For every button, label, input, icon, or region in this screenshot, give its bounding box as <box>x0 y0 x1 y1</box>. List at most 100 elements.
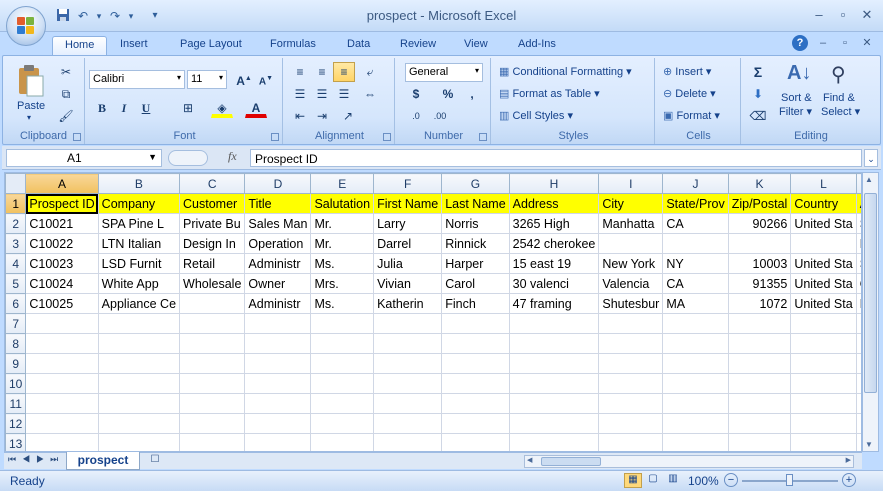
cell-d1[interactable]: Title <box>244 193 312 214</box>
insert-sheet-icon[interactable]: ☐ <box>146 454 164 468</box>
vertical-scroll-thumb[interactable] <box>864 193 877 393</box>
horizontal-scrollbar[interactable]: ◀ ▶ <box>524 455 854 468</box>
cell-c5[interactable]: Wholesale <box>179 273 246 294</box>
row-header-4[interactable]: 4 <box>5 253 27 274</box>
cell-i9[interactable] <box>598 353 664 374</box>
cell-b3[interactable]: LTN Italian <box>97 233 181 254</box>
cell-f4[interactable]: Julia <box>373 253 443 274</box>
zoom-in-icon[interactable]: + <box>842 473 856 487</box>
restore-button[interactable]: ▫ <box>832 6 854 24</box>
align-left-icon[interactable]: ☰ <box>289 84 311 104</box>
cell-d4[interactable]: Administr <box>244 253 312 274</box>
conditional-formatting-button[interactable]: ▦ Conditional Formatting ▾ <box>499 65 632 78</box>
orientation-icon[interactable]: ↗ <box>337 106 359 126</box>
cell-f1[interactable]: First Name <box>373 193 443 214</box>
cell-d5[interactable]: Owner <box>244 273 312 294</box>
cell-g7[interactable] <box>441 313 510 334</box>
clipboard-launcher-icon[interactable] <box>73 133 81 141</box>
cell-g9[interactable] <box>441 353 510 374</box>
worksheet-grid[interactable]: ABCDEFGHIJKLM1Prospect IDCompanyCustomer… <box>4 172 862 452</box>
cell-e10[interactable] <box>310 373 375 394</box>
grow-font-icon[interactable]: A▲ <box>233 69 255 89</box>
cell-l8[interactable] <box>790 333 857 354</box>
tab-data[interactable]: Data <box>335 36 382 55</box>
cell-k6[interactable]: 1072 <box>727 293 792 314</box>
cut-icon[interactable]: ✂ <box>55 62 77 82</box>
cell-c13[interactable] <box>179 433 246 451</box>
cell-c12[interactable] <box>179 413 246 434</box>
cell-d2[interactable]: Sales Man <box>244 213 312 234</box>
paste-button[interactable]: Paste ▾ <box>13 64 47 122</box>
cell-k1[interactable]: Zip/Postal <box>727 193 792 214</box>
copy-icon[interactable]: ⧉ <box>55 84 77 104</box>
cell-j4[interactable]: NY <box>662 253 729 274</box>
workbook-restore-button[interactable]: ▫ <box>834 34 856 52</box>
sort-filter-button[interactable]: A↓ Sort & Filter ▾ <box>779 62 817 120</box>
cell-d6[interactable]: Administr <box>244 293 312 314</box>
formula-bar-splitter[interactable] <box>168 150 208 166</box>
cell-j6[interactable]: MA <box>662 293 729 314</box>
insert-function-icon[interactable]: fx <box>228 149 237 164</box>
cell-k8[interactable] <box>727 333 792 354</box>
cell-j2[interactable]: CA <box>662 213 729 234</box>
cell-e2[interactable]: Mr. <box>310 213 375 234</box>
cell-e5[interactable]: Mrs. <box>310 273 375 294</box>
cell-k5[interactable]: 91355 <box>727 273 792 294</box>
name-box[interactable]: A1 ▼ <box>6 149 162 167</box>
tab-view[interactable]: View <box>452 36 500 55</box>
row-header-9[interactable]: 9 <box>5 353 27 374</box>
column-header-h[interactable]: H <box>508 173 600 194</box>
merge-center-icon[interactable]: ⇔ <box>359 84 381 104</box>
cell-c2[interactable]: Private Bu <box>179 213 246 234</box>
cell-b8[interactable] <box>97 333 181 354</box>
font-name-combo[interactable]: Calibri ▾ <box>89 70 185 89</box>
tab-home[interactable]: Home <box>52 36 108 55</box>
cell-f13[interactable] <box>373 433 443 451</box>
cell-e9[interactable] <box>310 353 375 374</box>
row-header-12[interactable]: 12 <box>5 413 27 434</box>
page-break-view-icon[interactable]: ▥ <box>664 473 682 488</box>
row-header-10[interactable]: 10 <box>5 373 27 394</box>
cell-f3[interactable]: Darrel <box>373 233 443 254</box>
cell-a11[interactable] <box>25 393 99 414</box>
alignment-launcher-icon[interactable] <box>383 133 391 141</box>
insert-cells-button[interactable]: ⊕ Insert ▾ <box>663 65 711 78</box>
row-header-6[interactable]: 6 <box>5 293 27 314</box>
cell-l9[interactable] <box>790 353 857 374</box>
format-painter-icon[interactable]: 🖌 <box>55 106 77 126</box>
cell-g12[interactable] <box>441 413 510 434</box>
cell-c8[interactable] <box>179 333 246 354</box>
cell-g2[interactable]: Norris <box>441 213 510 234</box>
cell-h10[interactable] <box>508 373 600 394</box>
cell-e12[interactable] <box>310 413 375 434</box>
row-header-2[interactable]: 2 <box>5 213 27 234</box>
cell-d8[interactable] <box>244 333 312 354</box>
page-layout-view-icon[interactable]: ▢ <box>644 473 662 488</box>
cell-h12[interactable] <box>508 413 600 434</box>
column-header-i[interactable]: I <box>598 173 664 194</box>
align-right-icon[interactable]: ☰ <box>333 84 355 104</box>
cell-l1[interactable]: Country <box>790 193 857 214</box>
cell-c4[interactable]: Retail <box>179 253 246 274</box>
cell-i2[interactable]: Manhatta <box>598 213 664 234</box>
fill-color-icon[interactable]: ◈ <box>211 98 233 118</box>
font-size-combo[interactable]: 11 ▾ <box>187 70 227 89</box>
cell-i11[interactable] <box>598 393 664 414</box>
currency-icon[interactable]: $ <box>405 84 427 104</box>
column-header-g[interactable]: G <box>441 173 510 194</box>
sheet-nav-icons[interactable]: ⏮◀▶⏭ <box>8 454 64 465</box>
percent-icon[interactable]: % <box>437 84 459 104</box>
align-center-icon[interactable]: ☰ <box>311 84 333 104</box>
cell-d9[interactable] <box>244 353 312 374</box>
cell-c3[interactable]: Design In <box>179 233 246 254</box>
cell-j3[interactable] <box>662 233 729 254</box>
cell-h1[interactable]: Address <box>508 193 600 214</box>
cell-j11[interactable] <box>662 393 729 414</box>
zoom-out-icon[interactable]: − <box>724 473 738 487</box>
cell-k4[interactable]: 10003 <box>727 253 792 274</box>
cell-b4[interactable]: LSD Furnit <box>97 253 181 274</box>
cell-a13[interactable] <box>25 433 99 451</box>
scroll-up-icon[interactable]: ▲ <box>865 175 873 184</box>
cell-c1[interactable]: Customer <box>179 193 246 214</box>
cell-h6[interactable]: 47 framing <box>508 293 600 314</box>
